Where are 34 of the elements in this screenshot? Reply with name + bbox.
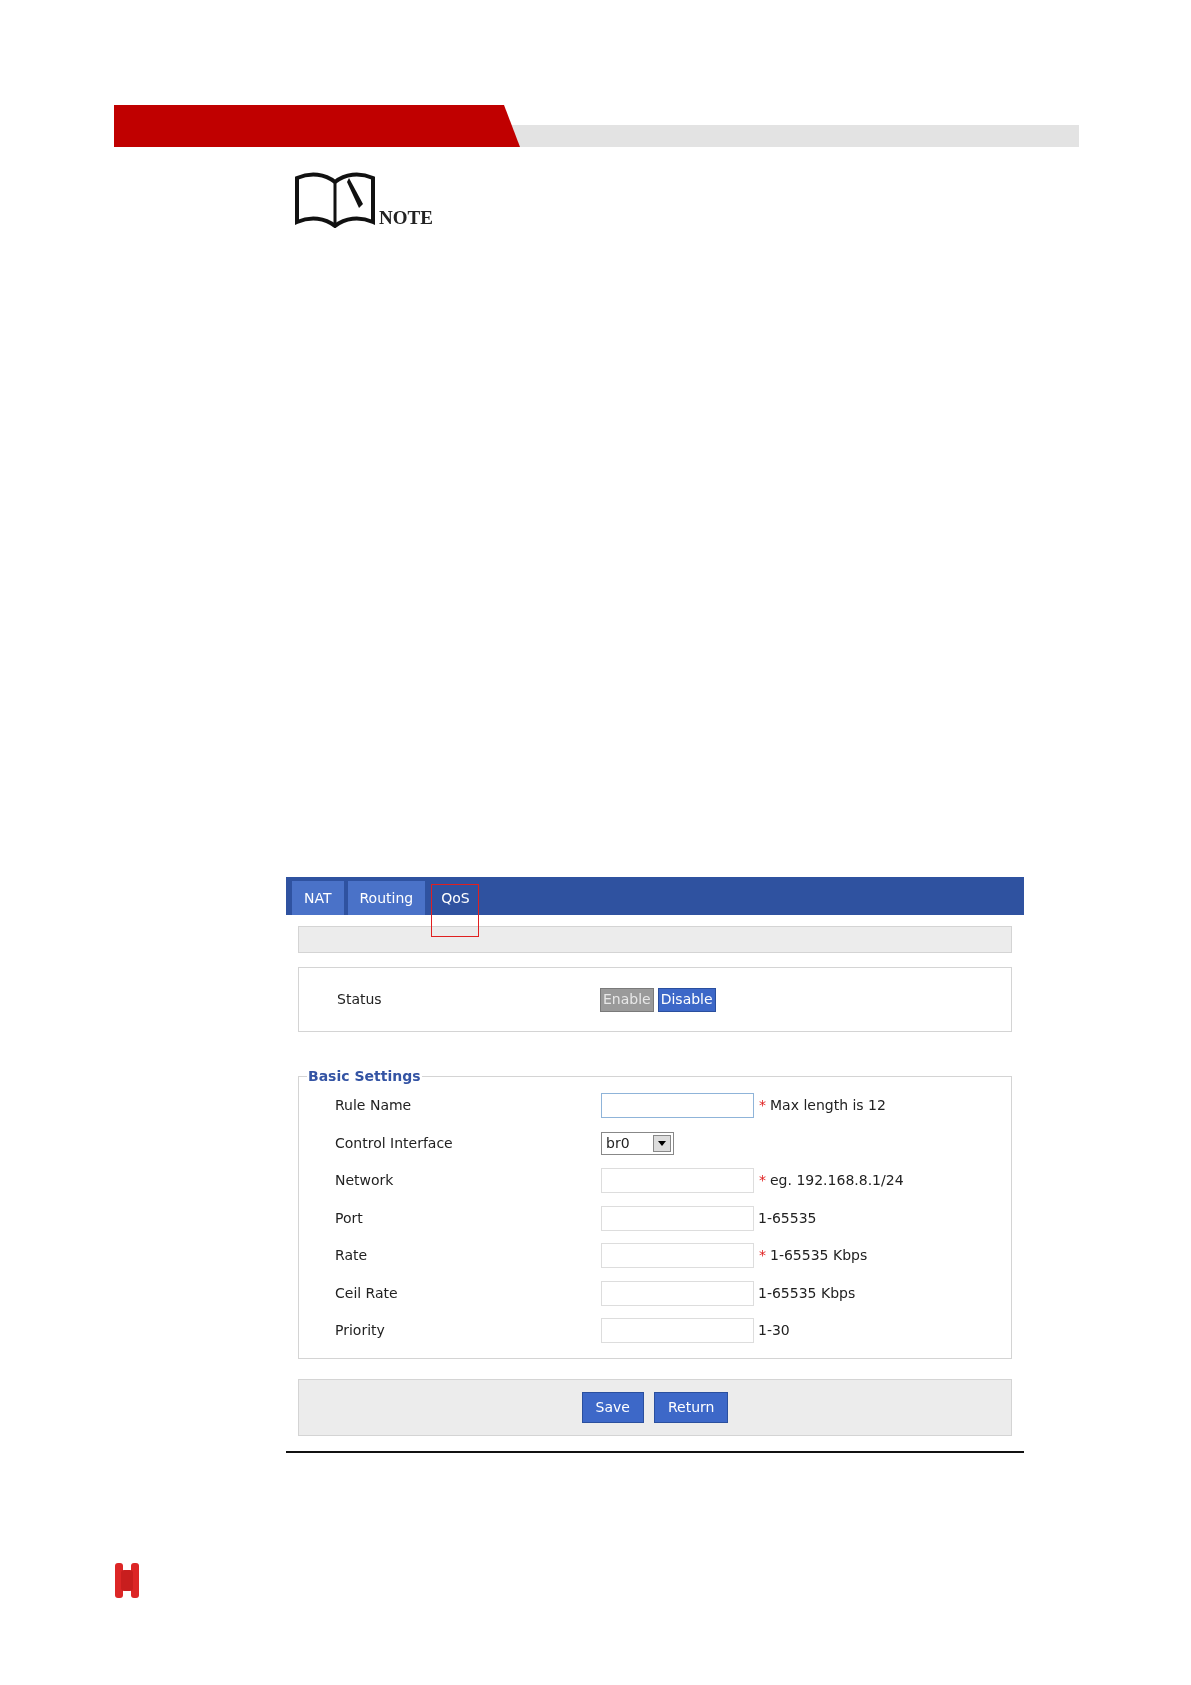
tab[interactable]: QoS <box>429 881 482 915</box>
field-label: Rule Name <box>334 1096 413 1116</box>
interface-select[interactable]: br0 <box>601 1131 674 1155</box>
note-label: NOTE <box>379 208 433 227</box>
field-label: Ceil Rate <box>334 1283 399 1303</box>
field-hint: 1-65535 <box>758 1208 817 1228</box>
required-mark: * <box>759 1096 766 1116</box>
action-button[interactable]: Save <box>581 1391 644 1423</box>
required-mark: * <box>759 1171 766 1191</box>
text-input[interactable] <box>601 1168 754 1194</box>
text-input[interactable] <box>601 1280 754 1306</box>
tab[interactable]: Routing <box>347 881 426 915</box>
field-label: Port <box>334 1208 364 1228</box>
field-label: Rate <box>334 1246 369 1266</box>
field-hint: eg. 192.168.8.1/24 <box>770 1171 904 1191</box>
field-label: Control Interface <box>334 1133 454 1153</box>
field-hint: 1-65535 Kbps <box>758 1283 856 1303</box>
text-input[interactable] <box>601 1205 754 1231</box>
status-label: Status <box>336 990 383 1009</box>
group-title: Basic Settings <box>307 1067 422 1086</box>
text-input[interactable] <box>601 1093 754 1119</box>
text-input[interactable] <box>601 1243 754 1269</box>
action-button[interactable]: Return <box>653 1391 729 1423</box>
field-label: Priority <box>334 1321 386 1341</box>
tab[interactable]: NAT <box>292 881 344 915</box>
field-hint: Max length is 12 <box>770 1096 886 1116</box>
book-pencil-icon <box>293 170 377 228</box>
field-label: Network <box>334 1171 395 1191</box>
required-mark: * <box>759 1246 766 1266</box>
field-hint: 1-30 <box>758 1321 790 1341</box>
logo-icon <box>115 1562 139 1598</box>
field-hint: 1-65535 Kbps <box>770 1246 868 1266</box>
text-input[interactable] <box>601 1318 754 1344</box>
status-toggle[interactable]: Disable <box>657 987 716 1012</box>
